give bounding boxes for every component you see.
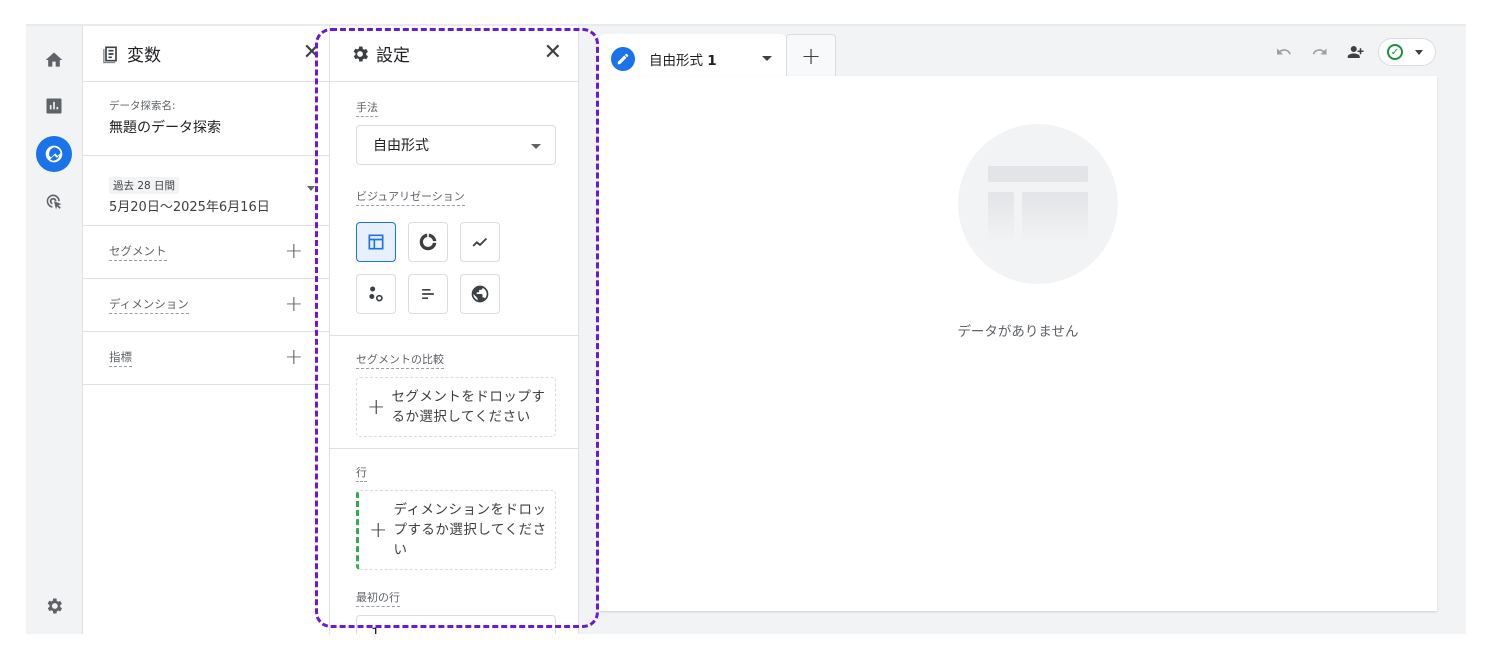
- settings-title: 設定: [376, 46, 410, 66]
- date-preset-chip: 過去 28 日間: [109, 177, 180, 194]
- donut-viz-icon[interactable]: [408, 222, 448, 262]
- tab-name: 自由形式: [649, 53, 708, 69]
- exploration-name-field[interactable]: 無題のデータ探索: [109, 117, 303, 137]
- canvas-toolbar: ✓: [1270, 38, 1436, 66]
- close-variables-icon[interactable]: ✕: [303, 42, 321, 64]
- technique-select[interactable]: 自由形式: [356, 125, 556, 165]
- first-row-input[interactable]: 1: [356, 615, 556, 634]
- placeholder-bar: [988, 192, 1014, 242]
- dimensions-row: ディメンション +: [83, 279, 329, 332]
- exploration-name-label: データ探索名:: [109, 100, 176, 112]
- line-viz-icon[interactable]: [460, 222, 500, 262]
- undo-icon[interactable]: [1270, 38, 1298, 66]
- share-add-user-icon[interactable]: [1342, 38, 1370, 66]
- variables-header: 変数 ✕: [83, 26, 329, 82]
- tab-number: 1: [707, 53, 717, 69]
- chevron-down-icon: [531, 144, 541, 149]
- explore-icon[interactable]: [36, 136, 72, 172]
- status-dropdown[interactable]: ✓: [1378, 38, 1436, 66]
- segment-compare-section: セグメントの比較 + セグメントをドロップするか選択してください: [330, 336, 578, 449]
- placeholder-bar: [988, 166, 1088, 182]
- settings-gear-icon[interactable]: [36, 588, 72, 624]
- close-settings-icon[interactable]: ✕: [544, 42, 562, 64]
- visualization-label: ビジュアリゼーション: [356, 188, 465, 206]
- chevron-down-icon: [1415, 49, 1423, 55]
- dimensions-label: ディメンション: [109, 296, 189, 314]
- rows-label: 行: [356, 464, 367, 482]
- rows-drop-zone[interactable]: + ディメンションをドロップするか選択してください: [356, 490, 556, 570]
- exploration-name-section: データ探索名: 無題のデータ探索: [83, 82, 329, 156]
- first-row-label: 最初の行: [356, 589, 400, 607]
- tab-menu-chevron-icon[interactable]: [762, 56, 772, 61]
- variables-panel: 変数 ✕ データ探索名: 無題のデータ探索 過去 28 日間 5月20日～202…: [82, 26, 330, 634]
- canvas-area: 自由形式 1 + ✓ データがありません: [579, 26, 1466, 634]
- rows-drop-text: ディメンションをドロップするか選択してください: [393, 502, 547, 558]
- bar-viz-icon[interactable]: [408, 274, 448, 314]
- table-viz-icon[interactable]: [356, 222, 396, 262]
- rows-section: 行 + ディメンションをドロップするか選択してください 最初の行 1: [330, 449, 578, 634]
- segment-drop-zone[interactable]: + セグメントをドロップするか選択してください: [356, 377, 556, 437]
- add-segment-compare-icon: +: [367, 394, 386, 420]
- segments-label: セグメント: [109, 243, 167, 261]
- empty-state-illustration: [958, 124, 1118, 284]
- settings-header: 設定 ✕: [330, 26, 578, 82]
- home-icon[interactable]: [36, 42, 72, 78]
- segments-row: セグメント +: [83, 226, 329, 279]
- technique-label: 手法: [356, 99, 378, 117]
- add-metric-button[interactable]: +: [285, 347, 303, 369]
- gear-icon: [350, 44, 370, 64]
- technique-value: 自由形式: [373, 138, 429, 154]
- redo-icon[interactable]: [1306, 38, 1334, 66]
- add-row-dimension-icon: +: [369, 517, 388, 543]
- add-segment-button[interactable]: +: [285, 241, 303, 263]
- advertising-icon[interactable]: [36, 184, 72, 220]
- date-range-text: 5月20日～2025年6月16日: [109, 200, 270, 215]
- geo-map-viz-icon[interactable]: [460, 274, 500, 314]
- add-dimension-button[interactable]: +: [285, 294, 303, 316]
- analytics-app: 変数 ✕ データ探索名: 無題のデータ探索 過去 28 日間 5月20日～202…: [26, 26, 1466, 634]
- metrics-label: 指標: [109, 349, 132, 367]
- settings-panel: 設定 ✕ 手法 自由形式 ビジュアリゼーション セグメントの比較 + セグメント…: [330, 26, 579, 634]
- empty-state-message: データがありません: [957, 324, 1079, 340]
- tab-label: 自由形式 1: [649, 49, 717, 69]
- visualization-board: データがありません: [599, 76, 1437, 611]
- visualization-grid: [356, 222, 578, 314]
- chevron-down-icon[interactable]: [307, 186, 315, 191]
- scatter-viz-icon[interactable]: [356, 274, 396, 314]
- technique-section: 手法 自由形式 ビジュアリゼーション: [330, 82, 578, 336]
- check-circle-icon: ✓: [1387, 44, 1403, 60]
- metrics-row: 指標 +: [83, 332, 329, 385]
- segment-compare-label: セグメントの比較: [356, 351, 444, 369]
- variables-icon: [101, 44, 121, 64]
- left-nav-rail: [26, 26, 82, 634]
- reports-icon[interactable]: [36, 88, 72, 124]
- placeholder-bar: [1022, 192, 1088, 242]
- add-tab-button[interactable]: +: [786, 34, 836, 76]
- segment-drop-text: セグメントをドロップするか選択してください: [391, 389, 546, 425]
- variables-title: 変数: [127, 46, 161, 66]
- pencil-icon[interactable]: [611, 47, 635, 71]
- date-range-picker[interactable]: 過去 28 日間 5月20日～2025年6月16日: [83, 156, 329, 226]
